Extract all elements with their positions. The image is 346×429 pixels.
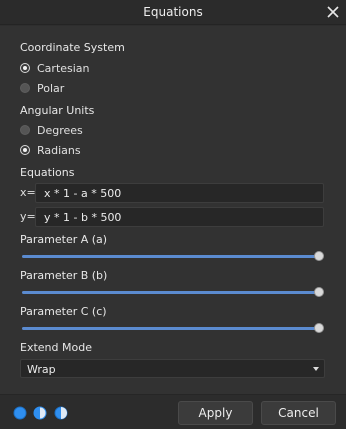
apply-button[interactable]: Apply — [178, 401, 253, 425]
equations-dialog: Coordinate System Cartesian Polar Angula… — [0, 26, 346, 394]
extend-mode-label: Extend Mode — [20, 341, 92, 354]
parameter-b-label: Parameter B (b) — [20, 269, 108, 282]
radio-button[interactable] — [20, 63, 30, 73]
radio-radians[interactable]: Radians — [20, 142, 81, 158]
radio-button[interactable] — [20, 145, 30, 155]
equation-y-prefix: y= — [20, 210, 36, 223]
extend-mode-select[interactable]: Wrap — [20, 359, 325, 378]
slider-handle[interactable] — [314, 287, 324, 297]
chevron-down-icon[interactable] — [313, 367, 319, 371]
radio-label: Radians — [37, 143, 81, 157]
angular-units-label: Angular Units — [20, 104, 95, 117]
radio-button[interactable] — [20, 125, 30, 135]
parameter-b-slider[interactable] — [22, 286, 324, 298]
parameter-a-slider[interactable] — [22, 250, 324, 262]
title-bar: Equations — [0, 0, 346, 25]
radio-button[interactable] — [20, 83, 30, 93]
coordinate-system-label: Coordinate System — [20, 41, 125, 54]
circle-filled-icon[interactable] — [13, 406, 27, 420]
slider-track[interactable] — [22, 255, 320, 258]
slider-handle[interactable] — [314, 251, 324, 261]
dialog-footer: Apply Cancel — [0, 394, 346, 429]
radio-polar[interactable]: Polar — [20, 80, 64, 96]
equation-y-row: y= y * 1 - b * 500 — [20, 207, 324, 227]
equation-x-input[interactable]: x * 1 - a * 500 — [35, 183, 324, 203]
window-title: Equations — [143, 5, 203, 19]
radio-label: Cartesian — [37, 61, 90, 75]
parameter-c-slider[interactable] — [22, 322, 324, 334]
cancel-button[interactable]: Cancel — [261, 401, 336, 425]
extend-mode-value: Wrap — [27, 363, 56, 376]
radio-cartesian[interactable]: Cartesian — [20, 60, 90, 76]
radio-degrees[interactable]: Degrees — [20, 122, 83, 138]
parameter-a-label: Parameter A (a) — [20, 233, 108, 246]
slider-track[interactable] — [22, 327, 320, 330]
equation-x-prefix: x= — [20, 186, 36, 199]
slider-track[interactable] — [22, 291, 320, 294]
parameter-c-label: Parameter C (c) — [20, 305, 107, 318]
circle-outline-icon[interactable] — [54, 406, 68, 420]
equation-y-input[interactable]: y * 1 - b * 500 — [35, 207, 324, 227]
slider-handle[interactable] — [314, 323, 324, 333]
radio-label: Degrees — [37, 123, 83, 137]
radio-label: Polar — [37, 81, 65, 95]
equation-x-row: x= x * 1 - a * 500 — [20, 183, 324, 203]
circle-half-icon[interactable] — [33, 406, 47, 420]
close-icon[interactable] — [325, 4, 341, 20]
equations-label: Equations — [20, 166, 75, 179]
